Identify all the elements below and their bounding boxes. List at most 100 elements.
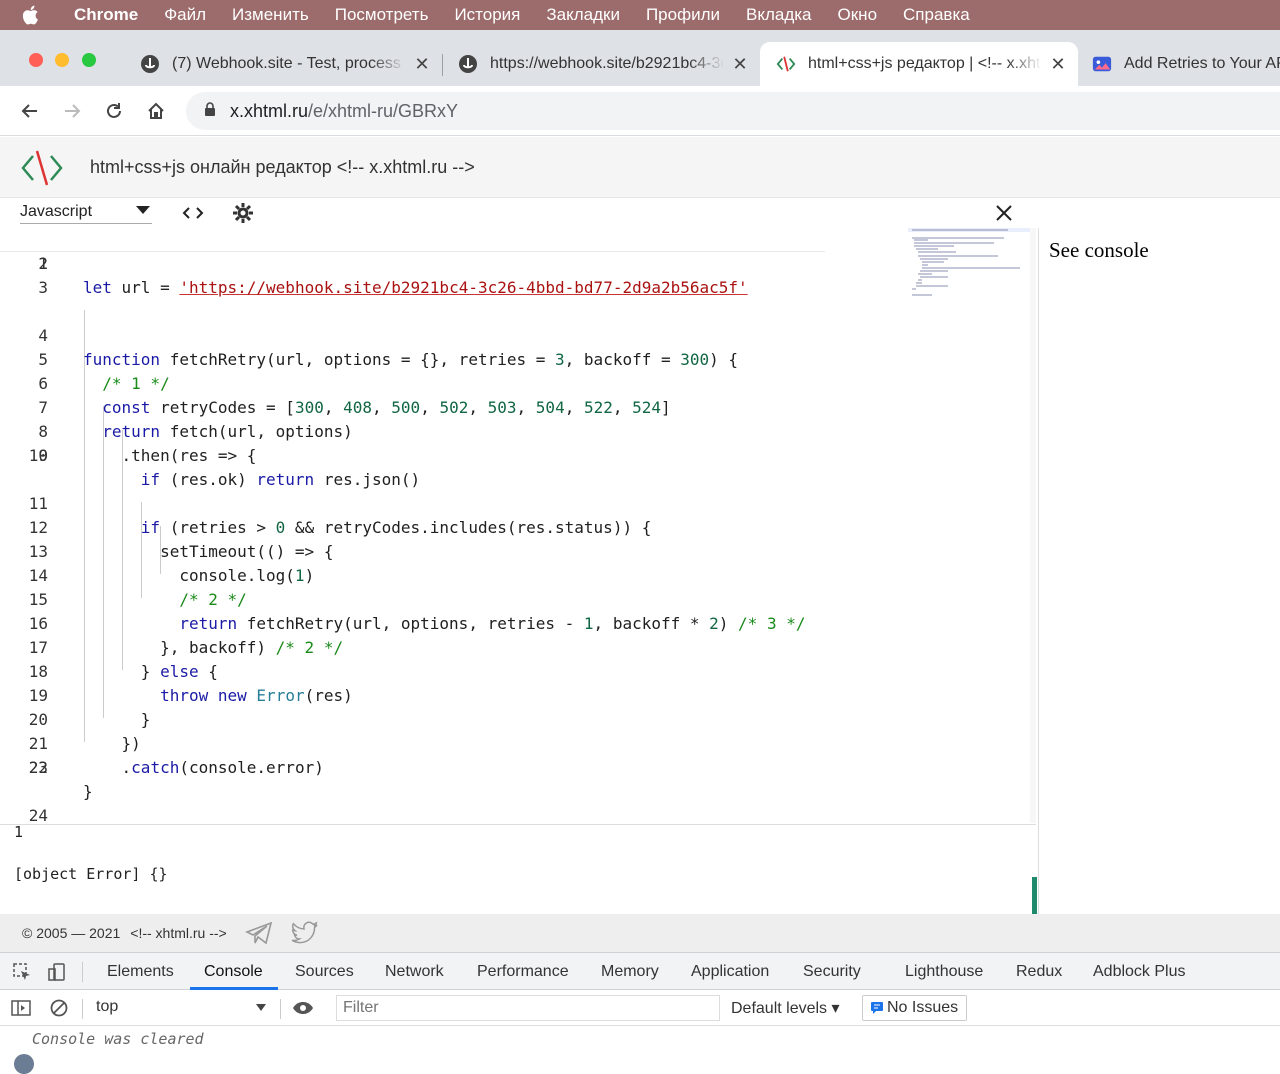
code-line: 3: [0, 276, 1036, 300]
eye-icon[interactable]: [292, 998, 314, 1018]
code-format-icon[interactable]: [182, 202, 204, 224]
address-bar[interactable]: x.xhtml.ru/e/xhtml-ru/GBRxY: [186, 92, 1280, 130]
browser-toolbar: x.xhtml.ru/e/xhtml-ru/GBRxY: [0, 86, 1280, 136]
toolbar-divider: [82, 962, 83, 982]
page-title: html+css+js онлайн редактор <!-- x.xhtml…: [90, 157, 475, 177]
menu-chrome[interactable]: Chrome: [74, 5, 138, 25]
code-line: 7 return fetch(url, options): [0, 372, 1036, 441]
tab-lighthouse[interactable]: Lighthouse: [905, 963, 983, 981]
code-line: 8 .then(res => {: [0, 396, 1036, 465]
forward-button[interactable]: [59, 98, 85, 124]
tab-add-retries[interactable]: Add Retries to Your API Calls: [1092, 42, 1280, 86]
lock-icon[interactable]: [204, 101, 216, 122]
tab-close-icon[interactable]: ✕: [412, 54, 432, 75]
context-select[interactable]: top: [96, 998, 268, 1018]
code-line: 12 setTimeout(() => {: [0, 492, 1036, 561]
code-line: 21 .catch(console.error): [0, 708, 1036, 777]
window-zoom-button[interactable]: [82, 53, 96, 67]
twitter-icon[interactable]: [291, 921, 319, 945]
back-button[interactable]: [17, 98, 43, 124]
code-line: 5 /* 1 */: [0, 324, 1036, 393]
apple-icon[interactable]: [0, 5, 60, 25]
issues-icon: [871, 1002, 883, 1014]
menu-file[interactable]: Файл: [164, 5, 206, 25]
menu-edit[interactable]: Изменить: [232, 5, 309, 25]
chevron-down-icon: [136, 206, 150, 214]
menu-window[interactable]: Окно: [838, 5, 878, 25]
window-minimize-button[interactable]: [55, 53, 69, 67]
language-select[interactable]: Javascript: [20, 200, 152, 224]
code-line: 19 }: [0, 660, 1036, 729]
url-path: /e/xhtml-ru/GBRxY: [308, 100, 459, 121]
menu-view[interactable]: Посмотреть: [335, 5, 429, 25]
tab-security[interactable]: Security: [803, 963, 861, 981]
tab-title: https://webhook.site/b2921bc4-3c26-4bbd-…: [490, 55, 724, 72]
tab-sources[interactable]: Sources: [295, 963, 354, 981]
line-number: 2: [38, 254, 48, 273]
line-number: 10: [28, 446, 48, 465]
device-toolbar-icon[interactable]: [46, 962, 68, 982]
code-line: 20 }): [0, 684, 1036, 753]
toolbar-divider: [82, 999, 83, 1019]
article-favicon-icon: [1092, 54, 1112, 74]
code-line: 16 }, backoff) /* 2 */: [0, 588, 1036, 657]
code-line: 4 function fetchRetry(url, options = {},…: [0, 300, 1036, 369]
tab-webhook-url[interactable]: https://webhook.site/b2921bc4-3c26-4bbd-…: [458, 42, 750, 86]
log-levels-dropdown[interactable]: Default levels ▾: [731, 998, 840, 1018]
xhtml-favicon-icon: [776, 54, 796, 74]
tab-xhtml-editor[interactable]: html+css+js редактор | <!-- x.xhtml.ru -…: [760, 42, 1078, 86]
menu-tab[interactable]: Вкладка: [746, 5, 812, 25]
page-footer: © 2005 — 2021 <!-- xhtml.ru -->: [0, 914, 1280, 952]
tab-webhook-site[interactable]: (7) Webhook.site - Test, process and tra…: [140, 42, 432, 86]
code-line: 22 }: [0, 732, 1036, 801]
tab-adblock-plus[interactable]: Adblock Plus: [1093, 963, 1186, 981]
tab-title: html+css+js редактор | <!-- x.xhtml.ru -…: [808, 55, 1042, 72]
preview-pane: See console: [1038, 228, 1280, 914]
tab-application[interactable]: Application: [691, 963, 769, 981]
editor-page-header: html+css+js онлайн редактор <!-- x.xhtml…: [0, 137, 1280, 198]
telegram-icon[interactable]: [244, 921, 273, 945]
code-minimap[interactable]: [908, 228, 1036, 298]
webhook-favicon-icon: [140, 54, 160, 74]
tab-performance[interactable]: Performance: [477, 963, 569, 981]
tab-close-icon[interactable]: ✕: [730, 54, 750, 75]
issues-button[interactable]: No Issues: [862, 995, 968, 1021]
tab-elements[interactable]: Elements: [107, 963, 174, 981]
window-close-button[interactable]: [29, 53, 43, 67]
message-count-badge: [14, 1054, 34, 1074]
console-cleared-message: Console was cleared: [32, 1030, 204, 1048]
menu-profiles[interactable]: Профили: [646, 5, 720, 25]
context-value: top: [96, 998, 119, 1015]
clear-console-icon[interactable]: [48, 998, 70, 1018]
editor-scrollbar[interactable]: [1030, 228, 1036, 823]
reload-button[interactable]: [101, 98, 127, 124]
code-line: 17 } else {: [0, 612, 1036, 681]
console-line: 1: [14, 823, 24, 841]
line-number: 3: [38, 278, 48, 297]
tab-console[interactable]: Console: [204, 963, 263, 981]
console-resize-handle[interactable]: [1032, 877, 1037, 915]
code-line: 13 console.log(1): [0, 516, 1036, 585]
copyright-text: © 2005 — 2021: [22, 925, 121, 941]
page-console-output: 1 [object Error] {}: [0, 823, 1037, 915]
xhtml-logo-icon[interactable]: [20, 148, 64, 193]
code-line: 9 if (res.ok) return res.json(): [0, 420, 1036, 489]
tab-memory[interactable]: Memory: [601, 963, 659, 981]
gear-icon[interactable]: [232, 202, 254, 224]
home-button[interactable]: [143, 98, 169, 124]
inspect-element-icon[interactable]: [11, 962, 33, 982]
macos-menubar: Chrome Файл Изменить Посмотреть История …: [0, 0, 1280, 30]
code-line: 6 const retryCodes = [300, 408, 500, 502…: [0, 348, 1036, 417]
sidebar-toggle-icon[interactable]: [10, 998, 32, 1018]
console-toolbar: top Default levels ▾ No Issues: [0, 990, 1280, 1026]
menu-bookmarks[interactable]: Закладки: [546, 5, 620, 25]
toolbar-divider: [280, 999, 281, 1019]
console-filter-input[interactable]: [336, 995, 720, 1021]
tab-close-icon[interactable]: ✕: [1048, 54, 1068, 75]
tab-redux[interactable]: Redux: [1016, 963, 1062, 981]
tab-network[interactable]: Network: [385, 963, 444, 981]
menu-history[interactable]: История: [454, 5, 520, 25]
menu-help[interactable]: Справка: [903, 5, 970, 25]
code-editor[interactable]: 1 let url = 'https://webhook.site/b2921b…: [0, 228, 1036, 823]
close-icon[interactable]: [993, 202, 1015, 224]
